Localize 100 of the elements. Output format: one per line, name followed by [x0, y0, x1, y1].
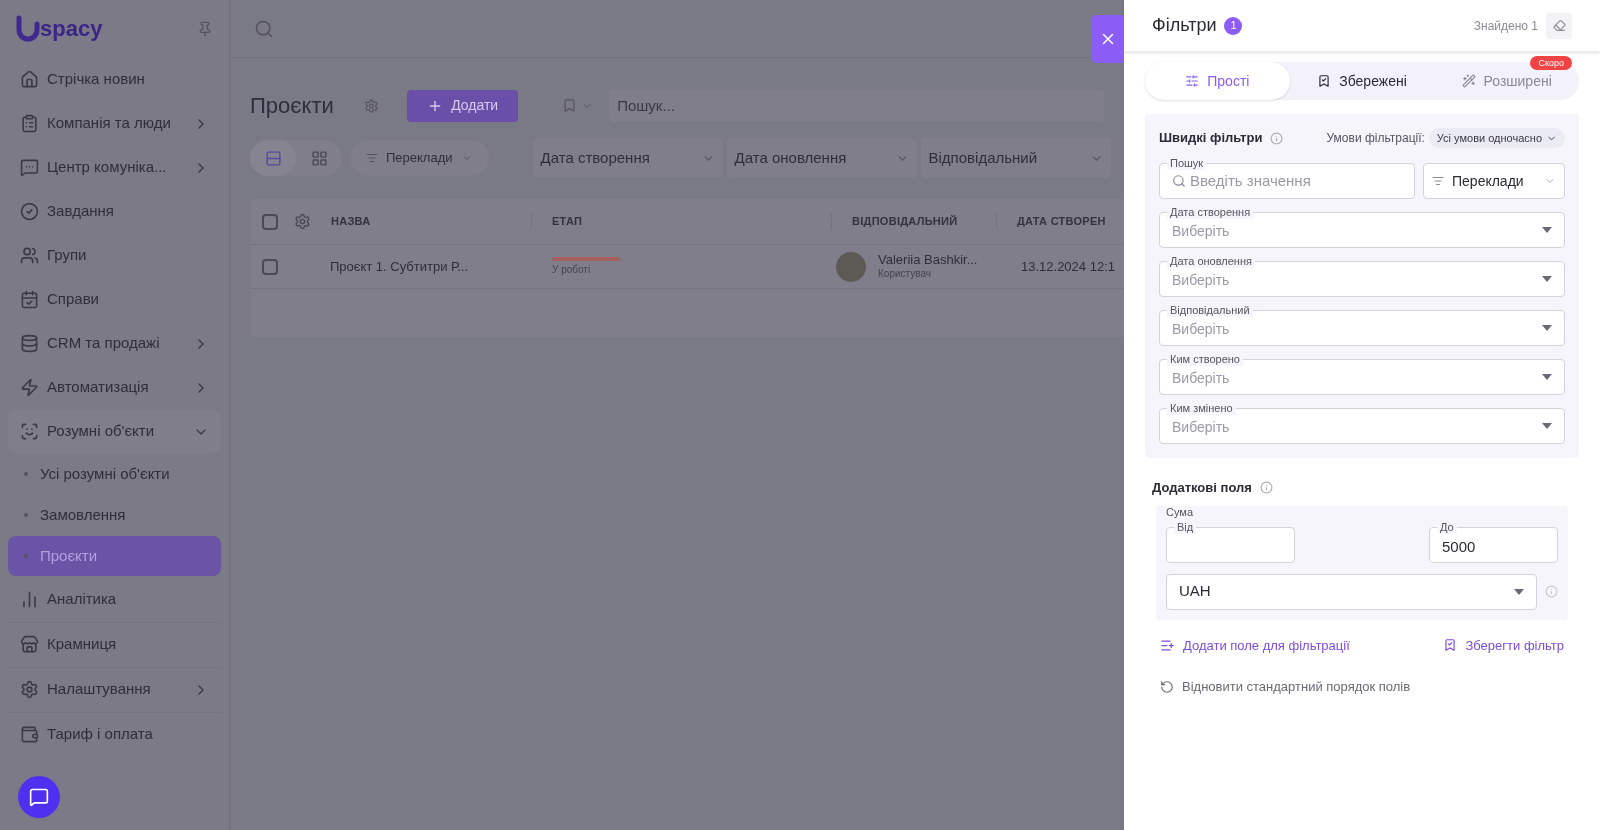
- field-label: Пошук: [1167, 156, 1207, 170]
- table-cell-text: 13.12.2024 12:1: [1020, 257, 1115, 276]
- caret-icon: [1542, 374, 1552, 380]
- add-field-link[interactable]: Додати поле для фільтрації: [1160, 635, 1350, 655]
- search-field[interactable]: Пошук...: [609, 89, 1104, 122]
- section-title: Додаткові поля: [1152, 479, 1252, 497]
- info-icon[interactable]: [1545, 585, 1558, 598]
- reset-icon: [1160, 679, 1174, 694]
- filter-dropdown[interactable]: Дата оновлення: [726, 138, 917, 178]
- field-label: Ким створено: [1167, 352, 1243, 366]
- database-icon: [20, 334, 39, 353]
- sidebar-item[interactable]: Аналітика: [8, 578, 221, 621]
- search-icon[interactable]: [254, 18, 274, 39]
- column-header: ВІДПОВІДАЛЬНИЙ: [831, 213, 996, 230]
- sidebar-subitem[interactable]: Замовлення: [8, 495, 221, 535]
- checkbox[interactable]: [262, 213, 278, 230]
- column-header: ЕТАП: [531, 213, 831, 230]
- group-label: Сума: [1166, 504, 1194, 520]
- field-label: Дата створення: [1167, 205, 1254, 219]
- filter-dropdown[interactable]: Відповідальний: [920, 138, 1111, 178]
- chart-icon: [20, 590, 39, 609]
- restore-order-link[interactable]: Відновити стандартний порядок полів: [1124, 677, 1600, 697]
- scan-icon: [20, 422, 39, 441]
- close-button[interactable]: [1092, 15, 1124, 63]
- conditions-label: Умови фільтрації:: [1326, 130, 1425, 147]
- count-badge: 1: [1224, 16, 1243, 35]
- section-title: Швидкі фільтри: [1159, 129, 1263, 148]
- panel-title: Фільтри: [1152, 14, 1217, 37]
- category-select[interactable]: Переклади: [1423, 163, 1565, 199]
- conditions-dropdown[interactable]: Усі умови одночасно: [1428, 128, 1565, 148]
- sidebar-item[interactable]: Крамниця: [8, 623, 221, 666]
- logo-icon: [16, 15, 40, 43]
- caret-icon: [1542, 325, 1552, 331]
- settings-icon[interactable]: [294, 213, 311, 230]
- sidebar-item[interactable]: CRM та продажі: [8, 322, 221, 365]
- home-icon: [20, 70, 39, 89]
- person-name: Valeriia Bashkir...: [878, 252, 978, 269]
- filter-dropdown[interactable]: Дата створення: [532, 138, 723, 178]
- caret-icon: [1514, 588, 1524, 595]
- chat-icon: [20, 158, 39, 177]
- list-icon: [20, 114, 39, 133]
- filter-tab[interactable]: Збережені: [1289, 62, 1435, 100]
- page-title: Проєкти: [250, 92, 335, 120]
- filter-icon: [1432, 175, 1444, 187]
- caret-icon: [1542, 227, 1552, 233]
- settings-icon[interactable]: [364, 96, 380, 115]
- eraser-icon: [1552, 19, 1566, 32]
- wand-icon: [1461, 74, 1476, 88]
- lightning-icon: [20, 378, 39, 397]
- check-circle-icon: [20, 202, 39, 221]
- bookmark-check-icon: [1317, 74, 1332, 88]
- table-cell-text: Проєкт 1. Субтитри Р...: [329, 257, 470, 276]
- filter-pill[interactable]: Переклади: [350, 140, 489, 176]
- filter-tab[interactable]: Прості: [1145, 62, 1290, 100]
- chat-button[interactable]: [18, 776, 60, 818]
- sidebar-item[interactable]: Центр комуніка...: [8, 146, 221, 189]
- field-label: Відповідальний: [1167, 303, 1253, 317]
- sidebar-item[interactable]: Компанія та люди: [8, 102, 221, 145]
- column-header: НАЗВА: [330, 214, 372, 230]
- pin-icon[interactable]: [197, 21, 213, 37]
- sidebar-item[interactable]: Групи: [8, 234, 221, 277]
- sidebar-subitem[interactable]: Проєкти: [8, 536, 221, 576]
- found-count: Знайдено 1: [1473, 17, 1538, 35]
- info-icon[interactable]: [1270, 131, 1284, 145]
- add-button[interactable]: Додати: [407, 89, 519, 122]
- settings-icon: [20, 680, 39, 699]
- currency-select[interactable]: UAH: [1166, 573, 1537, 610]
- soon-badge: Скоро: [1530, 56, 1572, 70]
- bookmark-icon: [562, 98, 578, 113]
- store-icon: [20, 635, 39, 654]
- bookmark-dropdown[interactable]: [562, 98, 594, 113]
- checkbox[interactable]: [262, 258, 278, 275]
- avatar: [836, 251, 866, 282]
- sliders-icon: [1185, 74, 1200, 88]
- bookmark-check-icon: [1443, 638, 1458, 653]
- sidebar-item[interactable]: Завдання: [8, 190, 221, 233]
- caret-icon: [1542, 423, 1552, 429]
- field-label: Дата оновлення: [1167, 254, 1255, 268]
- sidebar-item[interactable]: Стрічка новин: [8, 58, 221, 101]
- sidebar-item[interactable]: Розумні об'єкти: [8, 410, 221, 453]
- sidebar-subitem[interactable]: Усі розумні об'єкти: [8, 454, 221, 494]
- sidebar-item[interactable]: Автоматизація: [8, 366, 221, 409]
- field-label: Ким змінено: [1167, 401, 1236, 415]
- filter-icon: [366, 152, 378, 164]
- rows-icon: [264, 149, 282, 167]
- list-plus-icon: [1160, 637, 1175, 653]
- list-view-button[interactable]: [250, 140, 296, 176]
- sidebar-item[interactable]: Справи: [8, 278, 221, 321]
- caret-icon: [1542, 276, 1552, 282]
- logo-text: spacy: [40, 18, 103, 40]
- sidebar-item[interactable]: Тариф і оплата: [8, 713, 221, 756]
- sidebar-item[interactable]: Налаштування: [8, 668, 221, 711]
- users-icon: [20, 246, 39, 265]
- calendar-icon: [20, 290, 39, 309]
- grid-icon: [310, 149, 328, 167]
- clear-button[interactable]: [1546, 12, 1572, 39]
- info-icon[interactable]: [1259, 481, 1273, 495]
- wallet-icon: [20, 725, 39, 744]
- save-filter-link[interactable]: Зберегти фільтр: [1443, 635, 1564, 655]
- chat-icon: [29, 787, 49, 807]
